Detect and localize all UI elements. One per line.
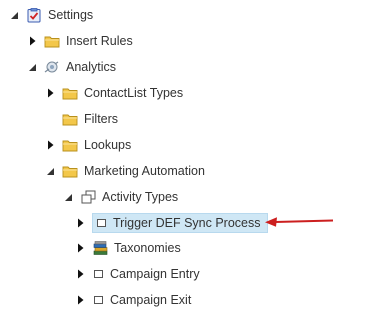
tree-node-label: Marketing Automation: [84, 164, 205, 178]
tree-node-lookups[interactable]: Lookups: [44, 135, 133, 155]
collapse-arrow-icon[interactable]: [62, 187, 74, 207]
collapse-arrow-icon[interactable]: [26, 57, 38, 77]
tree-node-taxonomies[interactable]: Taxonomies: [74, 238, 183, 258]
tree-node-contactlist-types[interactable]: ContactList Types: [44, 83, 185, 103]
expand-arrow-icon[interactable]: [44, 83, 56, 103]
folder-icon: [62, 163, 78, 179]
analytics-icon: [44, 59, 60, 75]
annotation-arrow-icon: [265, 217, 334, 227]
item-icon: [95, 215, 107, 231]
folder-icon: [62, 85, 78, 101]
tree-node-label: ContactList Types: [84, 86, 184, 100]
tree-node-campaign-entry[interactable]: Campaign Entry: [74, 264, 202, 284]
collapse-arrow-icon[interactable]: [8, 5, 20, 25]
tree-node-label: Lookups: [84, 138, 132, 152]
tree-node-label: Taxonomies: [114, 241, 181, 255]
expand-arrow-icon[interactable]: [74, 264, 86, 284]
tree-node-label: Campaign Exit: [110, 293, 192, 307]
tree-node-label: Analytics: [66, 60, 117, 74]
expand-arrow-icon[interactable]: [26, 31, 38, 51]
tree-node-marketing-automation[interactable]: Marketing Automation: [44, 161, 207, 181]
item-icon: [92, 292, 104, 308]
tree-node-trigger-def-sync-process[interactable]: Trigger DEF Sync Process: [74, 213, 268, 233]
selected-node-highlight[interactable]: Trigger DEF Sync Process: [92, 213, 268, 233]
folder-icon: [62, 137, 78, 153]
item-icon: [92, 266, 104, 282]
tree-node-label: Insert Rules: [66, 34, 133, 48]
tree-node-label: Activity Types: [102, 190, 179, 204]
expand-arrow-icon[interactable]: [74, 238, 86, 258]
tree-node-label: Filters: [84, 112, 119, 126]
tree-node-settings[interactable]: Settings: [8, 5, 95, 25]
tree-node-label: Campaign Entry: [110, 267, 200, 281]
settings-checklist-icon: [26, 7, 42, 23]
tree-node-insert-rules[interactable]: Insert Rules: [26, 31, 135, 51]
tree-node-campaign-exit[interactable]: Campaign Exit: [74, 290, 193, 310]
folder-icon: [44, 33, 60, 49]
expand-arrow-icon[interactable]: [44, 135, 56, 155]
tree-node-activity-types[interactable]: Activity Types: [62, 187, 180, 207]
toggle-placeholder: [44, 109, 56, 129]
tree-node-filters[interactable]: Filters: [44, 109, 120, 129]
template-icon: [80, 189, 96, 205]
folder-icon: [62, 111, 78, 127]
expand-arrow-icon[interactable]: [74, 213, 86, 233]
expand-arrow-icon[interactable]: [74, 290, 86, 310]
collapse-arrow-icon[interactable]: [44, 161, 56, 181]
books-icon: [92, 240, 108, 256]
content-tree: Settings Insert Rules Analytics ContactL…: [0, 0, 388, 316]
tree-node-label: Trigger DEF Sync Process: [113, 216, 261, 230]
tree-node-label: Settings: [48, 8, 94, 22]
tree-node-analytics[interactable]: Analytics: [26, 57, 118, 77]
